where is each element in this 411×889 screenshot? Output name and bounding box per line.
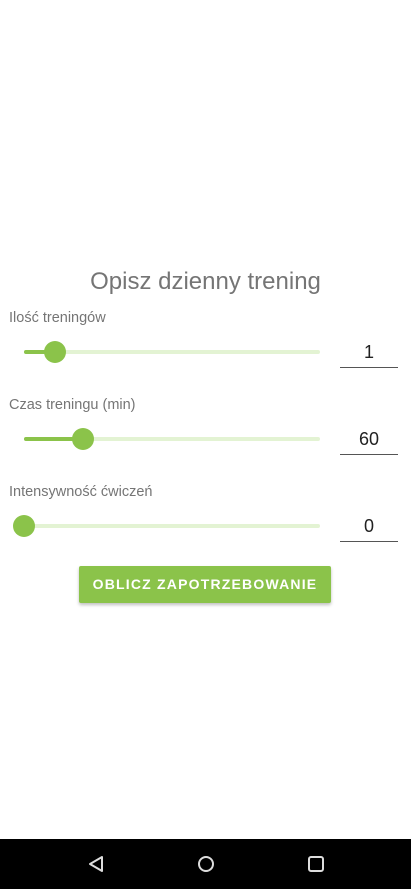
intensity-slider[interactable] — [13, 515, 320, 537]
training-time-field[interactable]: 60 — [340, 426, 398, 455]
trainings-count-field[interactable]: 1 — [340, 339, 398, 368]
slider-thumb[interactable] — [44, 341, 67, 363]
home-icon[interactable] — [196, 854, 216, 874]
training-time-label: Czas treningu (min) — [9, 397, 136, 413]
intensity-field[interactable]: 0 — [340, 513, 398, 542]
trainings-count-label: Ilość treningów — [9, 310, 106, 326]
training-time-slider[interactable] — [24, 428, 320, 450]
trainings-count-slider[interactable] — [24, 341, 320, 363]
back-icon[interactable] — [86, 854, 106, 874]
recents-icon[interactable] — [306, 854, 326, 874]
slider-thumb[interactable] — [13, 515, 35, 537]
slider-thumb[interactable] — [72, 428, 95, 450]
navigation-bar — [0, 839, 411, 889]
intensity-label: Intensywność ćwiczeń — [9, 484, 153, 500]
slider-track — [24, 350, 320, 354]
calculate-button[interactable]: OBLICZ ZAPOTRZEBOWANIE — [79, 566, 331, 603]
slider-track — [24, 524, 320, 528]
page-title: Opisz dzienny trening — [90, 268, 321, 295]
